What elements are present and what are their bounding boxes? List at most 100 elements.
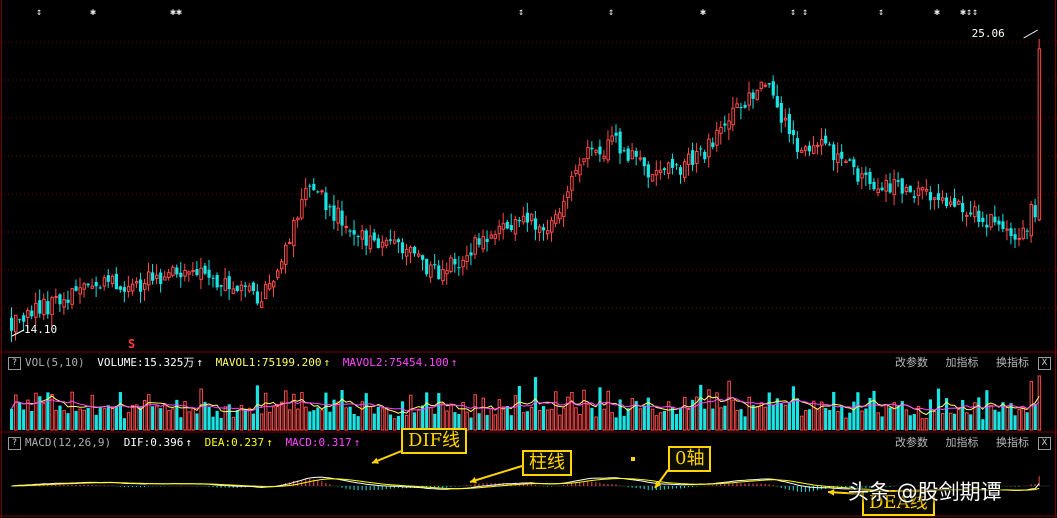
candle xyxy=(570,170,574,202)
candle xyxy=(779,96,783,133)
event-marker: ↕ ↕ xyxy=(790,7,808,18)
candle xyxy=(554,209,558,228)
candle xyxy=(34,292,38,326)
volume-bar xyxy=(912,413,916,430)
candle xyxy=(678,164,683,184)
vol-help-button[interactable]: ? xyxy=(8,357,21,370)
candle xyxy=(763,82,768,88)
volume-bar xyxy=(856,392,860,430)
candle xyxy=(610,126,614,146)
candle xyxy=(957,199,961,206)
sell-signal: S xyxy=(128,337,135,351)
volume-bar xyxy=(78,408,83,431)
macd-toolbar: 改参数 加指标 换指标 xyxy=(881,435,1029,451)
candle xyxy=(58,293,62,313)
volume-bar xyxy=(316,407,320,430)
macd-close-button[interactable]: X xyxy=(1038,437,1051,450)
volume-bar xyxy=(477,413,481,430)
candle xyxy=(783,108,788,128)
candle xyxy=(707,133,711,168)
volume-bar xyxy=(735,409,739,431)
candle xyxy=(493,230,498,245)
candle xyxy=(122,281,127,303)
candle xyxy=(977,204,981,228)
candle xyxy=(586,139,590,168)
volume-bar xyxy=(791,386,796,430)
volume-bar xyxy=(493,414,498,431)
macd-edit-params-button[interactable]: 改参数 xyxy=(895,436,928,449)
candle xyxy=(578,157,582,183)
volume-bar xyxy=(147,394,151,431)
candle xyxy=(417,249,421,258)
candle xyxy=(908,185,912,193)
candle xyxy=(134,277,139,289)
candle xyxy=(731,96,735,132)
volume-bar xyxy=(360,401,365,431)
macd-add-indicator-button[interactable]: 加指标 xyxy=(946,436,979,449)
volume-bar xyxy=(98,406,102,430)
volume-bar xyxy=(824,408,828,430)
candle xyxy=(46,291,50,319)
candle xyxy=(747,81,751,111)
vol-swap-indicator-button[interactable]: 换指标 xyxy=(996,356,1029,369)
candle xyxy=(791,120,796,145)
vol-add-indicator-button[interactable]: 加指标 xyxy=(946,356,979,369)
volume-bar xyxy=(529,406,534,431)
candle xyxy=(852,156,856,175)
dea-callout-arrow-head xyxy=(828,489,835,496)
volume-bar xyxy=(920,418,925,431)
candle xyxy=(920,186,925,200)
candle xyxy=(864,166,868,186)
candle xyxy=(948,196,953,208)
candle xyxy=(308,183,312,198)
vol-close-button[interactable]: X xyxy=(1038,357,1051,370)
candle xyxy=(497,219,502,241)
volume-bar xyxy=(191,408,195,431)
volume-bar xyxy=(775,398,779,430)
candle xyxy=(292,217,296,257)
volume-bar xyxy=(582,389,586,431)
vol-edit-params-button[interactable]: 改参数 xyxy=(895,356,928,369)
volume-bar xyxy=(578,413,582,431)
candle xyxy=(219,284,223,297)
candle xyxy=(638,150,643,162)
volume-bar xyxy=(384,407,389,431)
volume-bar xyxy=(195,413,199,430)
volume-bar xyxy=(969,414,973,430)
candle xyxy=(231,281,236,295)
macd-swap-indicator-button[interactable]: 换指标 xyxy=(996,436,1029,449)
volume-bar xyxy=(989,404,993,431)
candle xyxy=(876,178,880,197)
candle xyxy=(255,284,260,306)
volume-value: VOLUME:15.325万 xyxy=(97,356,195,369)
candle xyxy=(215,272,219,291)
candle xyxy=(74,279,78,292)
candle xyxy=(654,160,659,187)
candle xyxy=(771,75,775,99)
candle xyxy=(703,149,707,164)
volume-bar xyxy=(159,408,163,430)
volume-bar xyxy=(521,412,526,431)
candle xyxy=(461,255,465,276)
candle xyxy=(485,230,489,252)
macd-help-button[interactable]: ? xyxy=(8,437,21,450)
candlestick-series xyxy=(10,38,1042,343)
volume-bar xyxy=(828,410,832,430)
candle xyxy=(437,260,441,280)
candle xyxy=(1001,213,1005,233)
volume-bar xyxy=(771,404,775,430)
candle xyxy=(944,192,949,209)
candle xyxy=(296,216,300,228)
candle xyxy=(828,141,832,146)
candle xyxy=(699,145,703,156)
volume-bar xyxy=(26,399,30,431)
candle xyxy=(537,224,542,242)
candle xyxy=(836,142,840,173)
candle xyxy=(227,271,231,300)
candle xyxy=(280,258,284,274)
dif-line-callout: DIF线 xyxy=(401,428,468,454)
volume-bar xyxy=(34,392,38,431)
candle xyxy=(614,124,618,143)
volume-bar xyxy=(965,412,969,431)
volume-bar xyxy=(880,416,884,430)
